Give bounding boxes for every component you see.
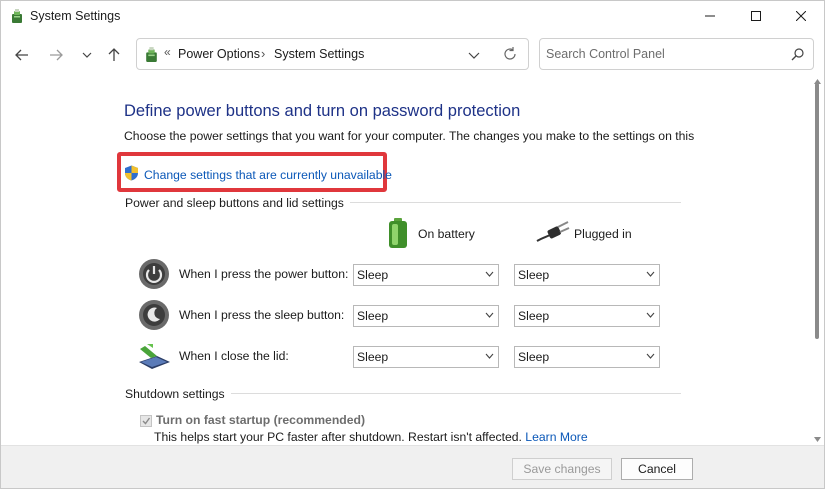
breadcrumb-arrow-icon[interactable]: › [261, 46, 265, 61]
laptop-lid-icon [137, 342, 171, 375]
footer-bar: Save changes Cancel [1, 445, 824, 488]
group-label-power-buttons: Power and sleep buttons and lid settings [125, 196, 350, 210]
close-icon [796, 11, 806, 21]
sleep-button-battery-select[interactable]: Sleep [353, 305, 499, 327]
page-title: Define power buttons and turn on passwor… [124, 102, 521, 120]
refresh-icon [504, 47, 516, 60]
row-label-sleep-button: When I press the sleep button: [179, 308, 345, 322]
chevron-down-icon [485, 353, 494, 359]
change-settings-link[interactable]: Change settings that are currently unava… [144, 168, 392, 182]
breadcrumb-power-options[interactable]: Power Options [178, 47, 260, 61]
navigation-bar: « Power Options › System Settings [1, 31, 824, 79]
chevron-down-icon [485, 312, 494, 318]
chevron-down-icon [646, 353, 655, 359]
breadcrumb-system-settings[interactable]: System Settings [274, 47, 364, 61]
content-pane: Define power buttons and turn on passwor… [1, 79, 824, 445]
minimize-button[interactable] [687, 1, 733, 31]
arrow-right-icon [50, 49, 63, 61]
battery-icon [386, 217, 410, 254]
cancel-button[interactable]: Cancel [621, 458, 693, 480]
title-bar: System Settings [1, 1, 824, 31]
control-panel-icon [143, 46, 160, 63]
checkmark-icon [142, 417, 151, 425]
power-button-battery-select[interactable]: Sleep [353, 264, 499, 286]
window-title: System Settings [30, 9, 121, 23]
chevron-down-icon [646, 312, 655, 318]
group-label-shutdown: Shutdown settings [125, 387, 231, 401]
forward-button[interactable] [45, 44, 67, 66]
refresh-button[interactable] [502, 46, 518, 67]
maximize-button[interactable] [733, 1, 779, 31]
fast-startup-label: Turn on fast startup (recommended) [156, 413, 366, 427]
close-lid-plugged-select[interactable]: Sleep [514, 346, 660, 368]
group-divider [336, 202, 681, 203]
scrollbar-thumb[interactable] [815, 83, 819, 339]
maximize-icon [751, 11, 761, 21]
arrow-up-icon [108, 48, 120, 61]
breadcrumb-overflow-icon[interactable]: « [164, 45, 171, 59]
scroll-down-arrow-icon[interactable] [814, 437, 821, 442]
sleep-button-plugged-select[interactable]: Sleep [514, 305, 660, 327]
fast-startup-description: This helps start your PC faster after sh… [154, 430, 588, 444]
chevron-down-icon [82, 52, 92, 58]
chevron-down-icon [485, 271, 494, 277]
search-input[interactable] [546, 45, 776, 63]
back-button[interactable] [11, 44, 33, 66]
window: System Settings « Power Options › System… [0, 0, 825, 489]
arrow-left-icon [15, 49, 28, 61]
learn-more-link[interactable]: Learn More [525, 430, 587, 444]
power-plug-icon [536, 221, 570, 248]
uac-shield-icon [124, 165, 139, 186]
sleep-button-icon [138, 299, 170, 336]
search-icon[interactable] [791, 48, 804, 66]
page-description: Choose the power settings that you want … [124, 129, 695, 143]
close-lid-battery-select[interactable]: Sleep [353, 346, 499, 368]
control-panel-icon [9, 8, 25, 24]
close-button[interactable] [778, 1, 824, 31]
recent-locations-button[interactable] [76, 44, 98, 66]
minimize-icon [705, 15, 715, 17]
save-changes-button[interactable]: Save changes [512, 458, 612, 480]
group-divider [226, 393, 681, 394]
power-button-plugged-select[interactable]: Sleep [514, 264, 660, 286]
row-label-close-lid: When I close the lid: [179, 349, 289, 363]
power-button-icon [138, 258, 170, 295]
chevron-down-icon [646, 271, 655, 277]
up-button[interactable] [103, 44, 125, 66]
vertical-scrollbar[interactable] [811, 79, 824, 445]
fast-startup-checkbox[interactable] [140, 415, 152, 427]
column-header-on-battery: On battery [418, 227, 475, 241]
chevron-down-icon [468, 52, 480, 59]
address-bar[interactable]: « Power Options › System Settings [136, 38, 529, 70]
fast-startup-desc-text: This helps start your PC faster after sh… [154, 430, 522, 444]
column-header-plugged-in: Plugged in [574, 227, 632, 241]
row-label-power-button: When I press the power button: [179, 267, 349, 281]
search-box[interactable] [539, 38, 814, 70]
address-dropdown-button[interactable] [468, 48, 480, 66]
